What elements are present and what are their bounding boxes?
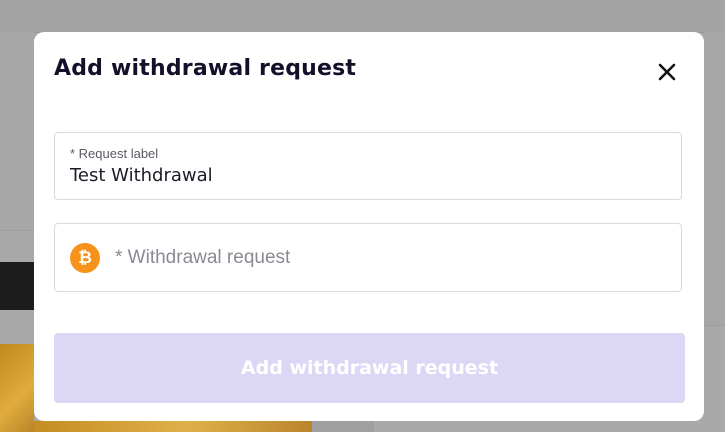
add-withdrawal-modal: Add withdrawal request * Request label T… <box>34 32 704 421</box>
request-label-field[interactable]: * Request label Test Withdrawal <box>54 132 682 200</box>
background-row <box>704 32 725 105</box>
bitcoin-icon: ₿ <box>70 243 100 273</box>
request-label-label: * Request label <box>70 146 159 161</box>
bitcoin-glyph: ₿ <box>78 248 92 268</box>
background-panel <box>312 421 374 432</box>
background-row <box>0 162 34 231</box>
background-row <box>704 200 725 251</box>
background-dark-bar <box>0 262 34 310</box>
background-header <box>0 0 725 33</box>
background-row <box>704 250 725 326</box>
background-row <box>704 166 725 201</box>
withdrawal-request-input[interactable]: * Withdrawal request <box>115 247 290 269</box>
add-withdrawal-request-button[interactable]: Add withdrawal request <box>54 333 685 403</box>
background-row <box>704 138 725 167</box>
close-icon[interactable] <box>656 61 678 83</box>
background-row <box>0 32 34 73</box>
background-image <box>34 421 312 432</box>
request-label-input[interactable]: Test Withdrawal <box>70 165 213 186</box>
background-row <box>0 72 34 163</box>
background-row <box>704 104 725 139</box>
modal-title: Add withdrawal request <box>54 56 357 81</box>
withdrawal-request-field[interactable]: ₿ * Withdrawal request <box>54 223 682 292</box>
background-image <box>0 344 34 432</box>
